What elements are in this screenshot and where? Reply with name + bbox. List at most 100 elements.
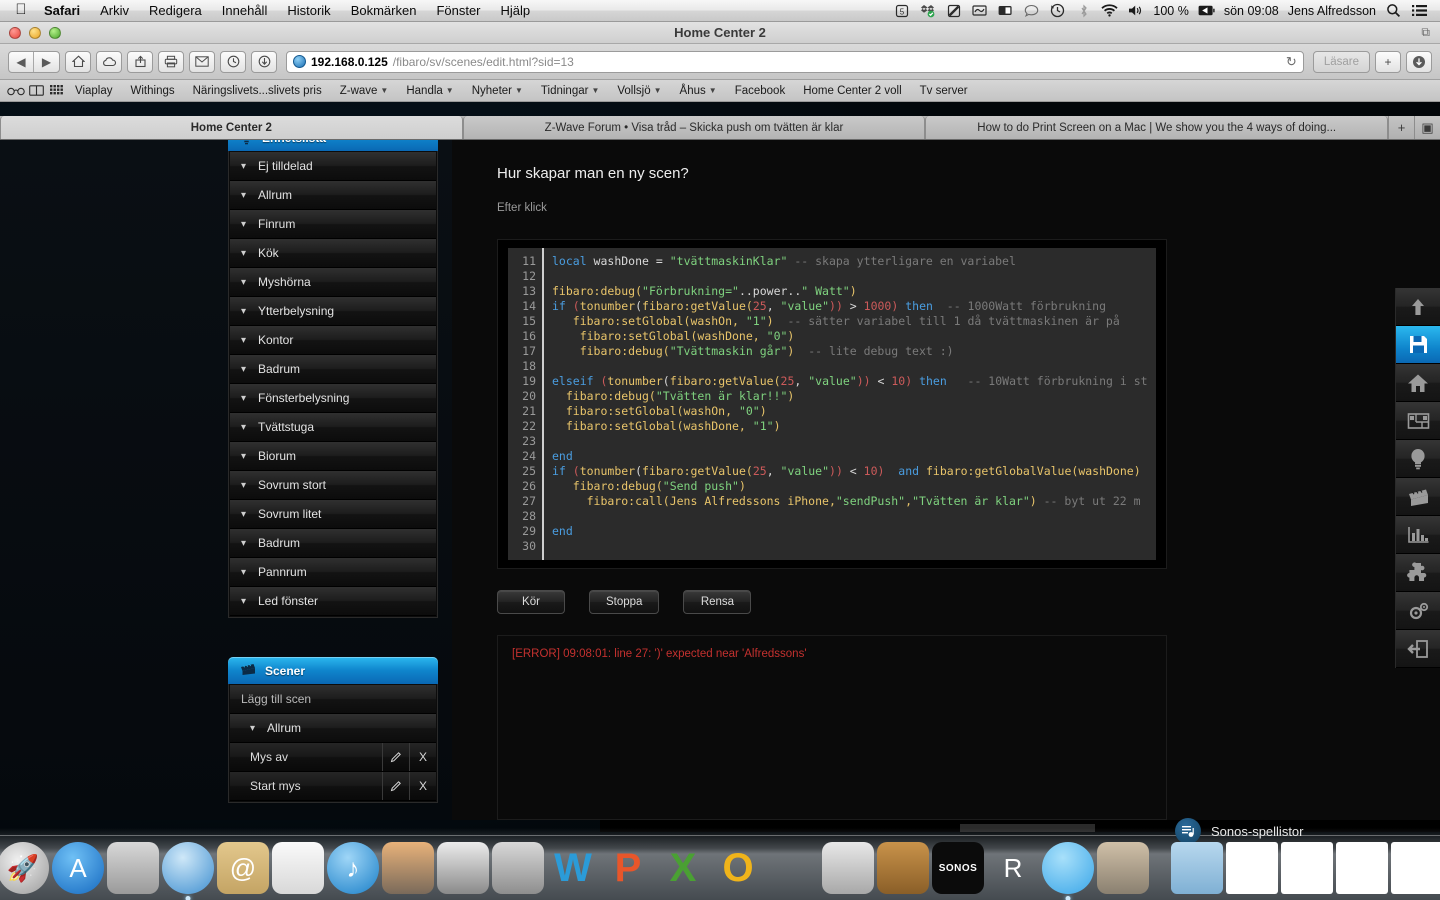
battery-half-icon[interactable] [997,3,1014,18]
browser-tab-0[interactable]: Home Center 2 [0,116,463,139]
dock-icon-sonos[interactable]: SONOS [932,842,984,894]
device-room-ytterbelysning[interactable]: ▾ Ytterbelysning [230,297,436,326]
address-bar[interactable]: 192.168.0.125 /fibaro/sv/scenes/edit.htm… [286,50,1304,73]
glasses-icon[interactable] [6,86,26,96]
home-icon[interactable] [1396,364,1440,402]
device-room-led-f-nster[interactable]: ▾ Led fönster [230,587,436,616]
device-room-mysh-rna[interactable]: ▾ Myshörna [230,268,436,297]
downloads-button[interactable] [1406,50,1432,73]
dock-icon-aperture[interactable] [437,842,489,894]
dock-icon-system-preferences[interactable] [492,842,544,894]
book-icon[interactable] [26,85,46,96]
menu-item-redigera[interactable]: Redigera [139,3,212,18]
device-room-pannrum[interactable]: ▾ Pannrum [230,558,436,587]
device-room-sovrum-litet[interactable]: ▾ Sovrum litet [230,500,436,529]
logout-icon[interactable] [1396,630,1440,668]
back-button[interactable]: ◀ [9,51,34,72]
device-room-kontor[interactable]: ▾ Kontor [230,326,436,355]
reader-button[interactable]: Läsare [1312,50,1370,73]
time-machine-icon[interactable] [1049,3,1066,18]
user-name[interactable]: Jens Alfredsson [1288,4,1376,18]
dropbox-icon[interactable] [919,3,936,18]
device-room-f-nsterbelysning[interactable]: ▾ Fönsterbelysning [230,384,436,413]
dock-icon-window-preview-3[interactable] [1391,842,1440,894]
dock-icon-messages[interactable] [1042,842,1094,900]
dock-icon-document-window[interactable] [1226,842,1278,894]
forward-button[interactable]: ▶ [34,52,59,72]
dock-icon-window-preview-1[interactable] [1281,842,1333,894]
device-room-finrum[interactable]: ▾ Finrum [230,210,436,239]
dock-icon-window-preview-2[interactable] [1336,842,1388,894]
speech-bubble-icon[interactable] [1023,3,1040,18]
bookmark-z-wave[interactable]: Z-wave ▼ [331,85,398,97]
dock-icon-safari[interactable] [162,842,214,900]
dock-icon-remote-desktop[interactable]: R [987,842,1039,894]
bookmark-nyheter[interactable]: Nyheter ▼ [463,85,532,97]
button-rensa[interactable]: Rensa [683,590,752,614]
add-scene-button[interactable]: Lägg till scen [230,685,436,714]
bookmark-facebook[interactable]: Facebook [726,85,795,97]
dock-icon-satellite[interactable] [767,842,819,894]
wifi-icon[interactable] [1101,3,1118,18]
dock-icon-facetime[interactable] [107,842,159,894]
bookmark-home-center-2-voll[interactable]: Home Center 2 voll [794,85,910,97]
bookmark-handla[interactable]: Handla ▼ [397,85,462,97]
device-room-tv-ttstuga[interactable]: ▾ Tvättstuga [230,413,436,442]
apple-logo-icon[interactable]:  [8,2,34,19]
bookmark-vollsj[interactable]: Vollsjö ▼ [608,85,670,97]
battery-percent[interactable]: 100 % [1153,4,1188,18]
menu-item-f-nster[interactable]: Fönster [426,3,490,18]
bookmark-withings[interactable]: Withings [122,85,184,97]
gear-icon[interactable] [1396,592,1440,630]
new-tab-button-tabbar[interactable]: + [1388,116,1414,139]
device-room-badrum[interactable]: ▾ Badrum [230,355,436,384]
button-stoppa[interactable]: Stoppa [589,590,660,614]
dock-icon-app-store[interactable]: A [52,842,104,894]
clapperboard-icon[interactable] [1396,478,1440,516]
scene-row[interactable]: Start mys X [230,772,436,801]
dock-icon-launchpad[interactable]: 🚀 [0,842,49,894]
browser-tab-2[interactable]: How to do Print Screen on a Mac | We sho… [925,116,1389,139]
scene-group-allrum[interactable]: ▾ Allrum [230,714,436,743]
dock-icon-photo-booth[interactable] [1097,842,1149,894]
menu-item-safari[interactable]: Safari [34,3,90,18]
clock-icon[interactable] [220,50,246,73]
dock-icon-bucket-app[interactable] [877,842,929,894]
bookmark-tidningar[interactable]: Tidningar ▼ [532,85,608,97]
shield-icon[interactable]: 5 [893,3,910,18]
bookmark-tv-server[interactable]: Tv server [911,85,977,97]
dock-icon-contacts[interactable]: @ [217,842,269,894]
print-icon[interactable] [158,50,184,73]
bookmark-hus[interactable]: Åhus ▼ [671,85,726,97]
save-icon[interactable] [1396,326,1440,364]
upload-icon[interactable] [1396,288,1440,326]
grid-icon[interactable] [46,85,66,96]
device-room-sovrum-stort[interactable]: ▾ Sovrum stort [230,471,436,500]
lua-code-editor[interactable]: 11 12 13 14 15 16 17 18 19 20 21 22 23 24 25 26 27 28 29 30… [508,248,1156,560]
battery-charging-icon[interactable] [1198,3,1215,18]
edit-pencil-icon[interactable] [382,772,409,800]
home-icon[interactable] [65,50,91,73]
chart-icon[interactable] [1396,516,1440,554]
device-room-ej-tilldelad[interactable]: ▾ Ej tilldelad [230,152,436,181]
download-icon[interactable] [251,50,277,73]
share-icon[interactable] [127,50,153,73]
volume-icon[interactable] [1127,3,1144,18]
device-list-header[interactable]: Enhetslista [228,140,438,151]
delete-scene-button[interactable]: X [409,743,436,771]
dock-icon-reminders[interactable] [272,842,324,894]
menu-item-hj-lp[interactable]: Hjälp [491,3,541,18]
wave-icon[interactable] [971,3,988,18]
mail-icon[interactable] [189,50,215,73]
scene-row[interactable]: Mys av X [230,743,436,772]
bluetooth-icon[interactable] [1075,3,1092,18]
clock-datetime[interactable]: sön 09:08 [1224,4,1279,18]
dock-icon-excel[interactable]: X [657,842,709,894]
dock-icon-downloads-folder[interactable] [1171,842,1223,894]
device-room-badrum[interactable]: ▾ Badrum [230,529,436,558]
dock-icon-itunes[interactable]: ♪ [327,842,379,894]
scenes-header[interactable]: Scener [228,657,438,684]
lightbulb-icon[interactable] [1396,440,1440,478]
icloud-icon[interactable] [96,50,122,73]
notification-center-icon[interactable] [1411,3,1428,18]
